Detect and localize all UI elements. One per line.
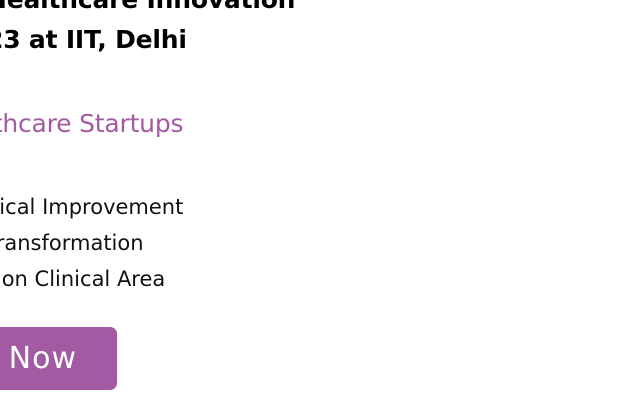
event-title-line-2: 23 at IIT, Delhi [0,25,187,54]
category-item: Non Clinical Area [0,267,166,291]
category-item: nical Improvement [0,195,184,219]
register-now-button[interactable]: Now [0,327,117,390]
register-now-label: Now [8,341,77,376]
page: Healthcare Innovation 23 at IIT, Delhi l… [0,0,623,412]
event-subtitle: lthcare Startups [0,109,184,138]
event-title-line-1: Healthcare Innovation [0,0,295,16]
category-item: Transformation [0,231,144,255]
